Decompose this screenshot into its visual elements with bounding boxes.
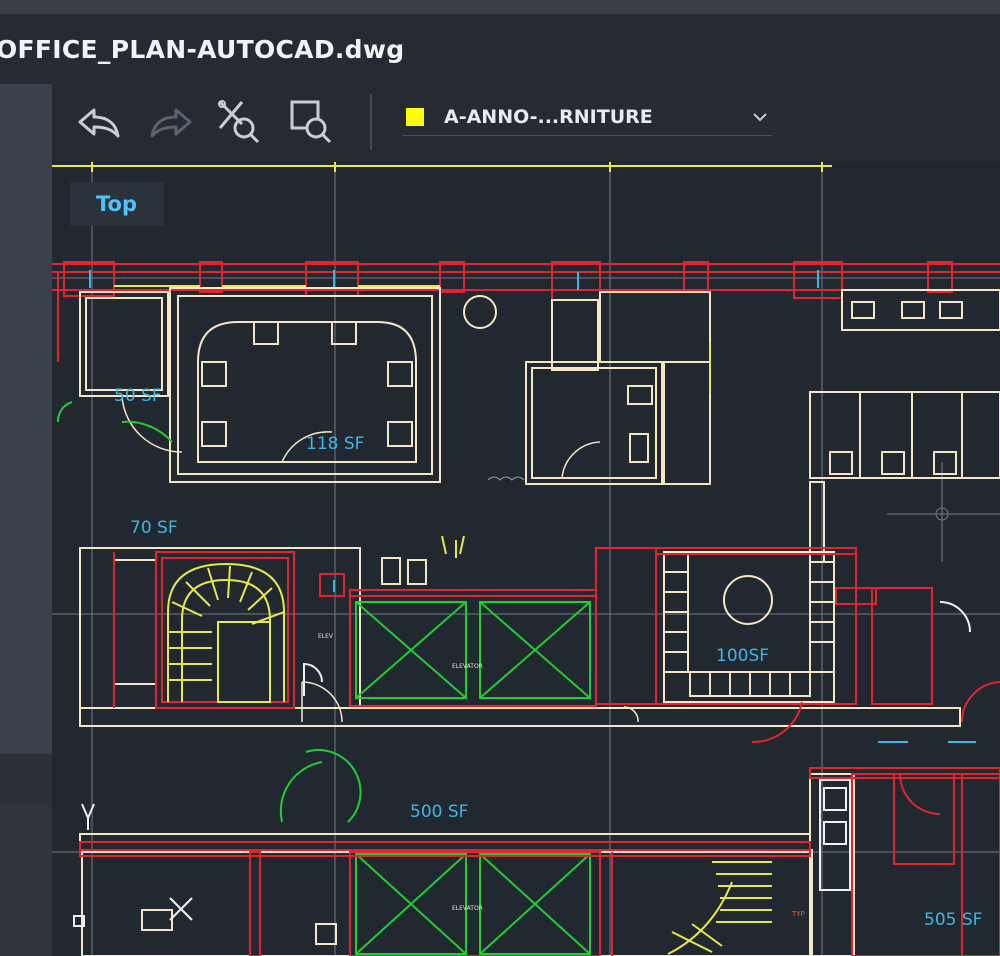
side-panel-lower [0, 806, 52, 956]
room-area-label: 100SF [716, 646, 770, 666]
layer-dropdown[interactable]: A-ANNO-...RNITURE [402, 98, 772, 136]
svg-text:ELEV: ELEV [318, 633, 334, 640]
drawing-canvas[interactable]: ELEVATOR ELEVATOR ELEV TYP Top 50 SF 118… [52, 162, 1000, 956]
toolbar-separator [370, 94, 372, 150]
svg-text:ELEVATOR: ELEVATOR [452, 663, 483, 670]
floor-plan-drawing: ELEVATOR ELEVATOR ELEV TYP [52, 162, 1000, 956]
file-title: OFFICE_PLAN-AUTOCAD.dwg [0, 34, 405, 64]
room-area-label: 118 SF [306, 434, 365, 454]
zoom-window-icon [290, 100, 332, 144]
undo-button[interactable] [76, 98, 124, 146]
room-area-label: 50 SF [114, 386, 162, 406]
side-panel-band [0, 754, 52, 806]
title-bar: OFFICE_PLAN-AUTOCAD.dwg [0, 14, 1000, 84]
left-side-panel[interactable] [0, 84, 52, 956]
room-area-label: 70 SF [130, 518, 178, 538]
svg-text:TYP: TYP [791, 910, 805, 918]
zoom-window-button[interactable] [288, 98, 336, 146]
redo-button[interactable] [146, 98, 194, 146]
redo-arrow-icon [150, 108, 192, 138]
room-area-label: 505 SF [924, 910, 983, 930]
layer-name: A-ANNO-...RNITURE [444, 105, 653, 128]
layer-color-swatch [406, 107, 424, 126]
measure-zoom-icon [218, 100, 260, 144]
room-area-label: 500 SF [410, 802, 469, 822]
drawing-toolbar: A-ANNO-...RNITURE [52, 84, 1000, 162]
measure-zoom-button[interactable] [216, 98, 264, 146]
chevron-down-icon [753, 112, 767, 121]
os-top-strip [0, 0, 1000, 14]
undo-arrow-icon [78, 108, 120, 138]
view-cube-label[interactable]: Top [70, 182, 164, 226]
svg-text:ELEVATOR: ELEVATOR [452, 905, 483, 912]
